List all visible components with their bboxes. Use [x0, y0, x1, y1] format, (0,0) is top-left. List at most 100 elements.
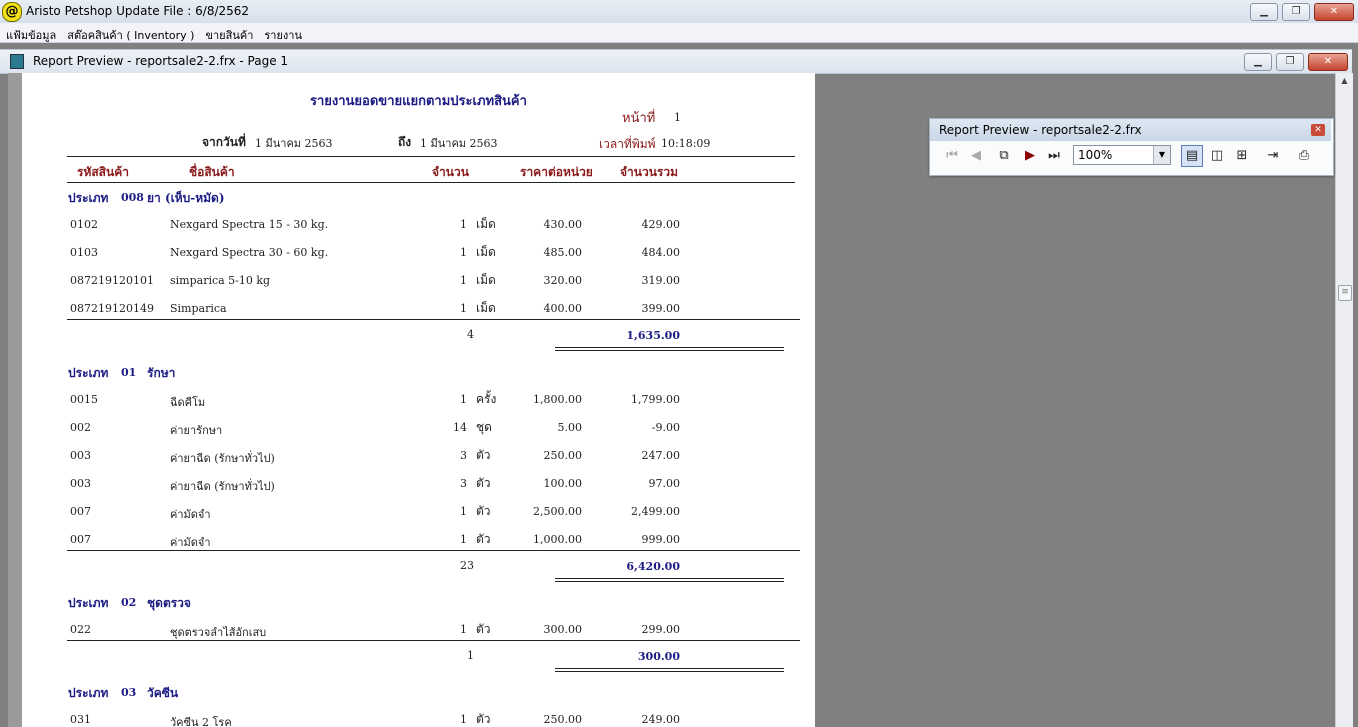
- group-name: ชุดตรวจ: [147, 596, 191, 610]
- row-qty: 1: [460, 246, 467, 259]
- row-unit: เม็ด: [476, 245, 496, 259]
- row-price: 100.00: [543, 477, 583, 490]
- menu-sales[interactable]: ขายสินค้า: [199, 23, 258, 42]
- group-code: 02: [121, 596, 137, 609]
- app-icon: @: [2, 2, 22, 22]
- copy-icon[interactable]: ⧉: [994, 146, 1014, 166]
- from-date-label: จากวันที่: [202, 135, 246, 149]
- row-unit: ตัว: [476, 532, 491, 546]
- group-sum-total: 6,420.00: [626, 560, 680, 573]
- col-header-name: ชื่อสินค้า: [189, 165, 235, 179]
- row-total: -9.00: [651, 421, 680, 434]
- first-page-icon[interactable]: ⏮: [942, 146, 962, 166]
- group-name: วัคซีน: [147, 686, 179, 700]
- child-restore-button[interactable]: ❐: [1276, 53, 1304, 71]
- row-code: 002: [70, 421, 91, 434]
- double-underline-bottom: [555, 671, 784, 672]
- row-total: 247.00: [641, 449, 681, 462]
- group-name: รักษา: [147, 366, 176, 380]
- row-price: 485.00: [543, 246, 583, 259]
- last-page-icon[interactable]: ⏭: [1044, 146, 1064, 166]
- scroll-thumb[interactable]: ≡: [1338, 285, 1352, 301]
- vertical-scrollbar[interactable]: ▲ ≡: [1335, 73, 1353, 727]
- group-label: ประเภท: [68, 366, 109, 380]
- next-page-icon[interactable]: ▶: [1020, 146, 1040, 166]
- row-name: วัคซีน 2 โรค: [170, 716, 232, 727]
- group-sum-qty: 1: [467, 649, 474, 662]
- row-name: Nexgard Spectra 30 - 60 kg.: [170, 246, 329, 259]
- row-qty: 3: [460, 449, 467, 462]
- row-qty: 1: [460, 713, 467, 726]
- two-page-icon[interactable]: ◫: [1207, 146, 1227, 166]
- toolbar-close-icon[interactable]: ✕: [1311, 124, 1325, 136]
- group-separator-line: [67, 550, 800, 551]
- restore-button[interactable]: ❐: [1282, 3, 1310, 21]
- minimize-button[interactable]: ▁: [1250, 3, 1278, 21]
- row-unit: ครั้ง: [476, 392, 497, 406]
- row-name: ค่ายาฉีด (รักษาทั่วไป): [170, 480, 275, 493]
- col-header-price: ราคาต่อหน่วย: [520, 165, 593, 179]
- header-line-top: [67, 156, 795, 157]
- group-label: ประเภท: [68, 596, 109, 610]
- row-name: ค่ายารักษา: [170, 424, 223, 437]
- col-header-code: รหัสสินค้า: [77, 165, 129, 179]
- row-total: 97.00: [648, 477, 681, 490]
- scroll-up-icon[interactable]: ▲: [1336, 73, 1353, 89]
- double-underline-bottom: [555, 581, 784, 582]
- group-name: ยา (เห็บ-หมัด): [147, 191, 225, 205]
- menu-inventory[interactable]: สต๊อคสินค้า ( Inventory ): [61, 23, 199, 42]
- from-date-value: 1 มีนาคม 2563: [255, 137, 333, 150]
- row-code: 087219120101: [70, 274, 154, 287]
- group-code: 008: [121, 191, 144, 204]
- row-total: 299.00: [641, 623, 681, 636]
- row-qty: 1: [460, 393, 467, 406]
- group-separator-line: [67, 640, 800, 641]
- row-price: 1,000.00: [533, 533, 582, 546]
- group-sum-total: 1,635.00: [626, 329, 680, 342]
- double-underline-top: [555, 668, 784, 669]
- row-name: Simparica: [170, 302, 227, 315]
- row-qty: 14: [453, 421, 467, 434]
- row-total: 999.00: [641, 533, 681, 546]
- header-line-bottom: [67, 182, 795, 183]
- child-minimize-button[interactable]: ▁: [1244, 53, 1272, 71]
- row-total: 319.00: [641, 274, 681, 287]
- to-date-label: ถึง: [398, 135, 412, 149]
- double-underline-top: [555, 578, 784, 579]
- close-button[interactable]: ✕: [1314, 3, 1354, 21]
- report-preview-title: Report Preview - reportsale2-2.frx - Pag…: [33, 54, 289, 68]
- row-total: 484.00: [641, 246, 681, 259]
- row-code: 031: [70, 713, 91, 726]
- zoom-select[interactable]: 100% ▼: [1073, 145, 1171, 165]
- child-close-button[interactable]: ✕: [1308, 53, 1348, 71]
- row-qty: 1: [460, 274, 467, 287]
- multi-page-icon[interactable]: ⊞: [1232, 146, 1252, 166]
- close-preview-icon[interactable]: ⇥: [1263, 146, 1283, 166]
- menu-report[interactable]: รายงาน: [258, 23, 307, 42]
- row-name: ชุดตรวจลำไส้อักเสบ: [170, 626, 267, 639]
- row-code: 003: [70, 449, 91, 462]
- report-preview-titlebar: Report Preview - reportsale2-2.frx - Pag…: [0, 49, 1352, 74]
- double-underline-bottom: [555, 350, 784, 351]
- row-code: 007: [70, 505, 91, 518]
- row-code: 0015: [70, 393, 98, 406]
- group-separator-line: [67, 319, 800, 320]
- row-total: 1,799.00: [631, 393, 680, 406]
- print-icon[interactable]: ⎙: [1294, 146, 1314, 166]
- row-unit: ตัว: [476, 712, 491, 726]
- chevron-down-icon[interactable]: ▼: [1153, 146, 1170, 164]
- row-price: 5.00: [557, 421, 583, 434]
- page-label: หน้าที่: [622, 111, 656, 126]
- print-time-label: เวลาที่พิมพ์: [599, 137, 656, 151]
- double-underline-top: [555, 347, 784, 348]
- row-qty: 3: [460, 477, 467, 490]
- prev-page-icon[interactable]: ◀: [966, 146, 986, 166]
- menu-file[interactable]: แฟ้มข้อมูล: [0, 23, 61, 42]
- row-total: 429.00: [641, 218, 681, 231]
- row-name: ค่ามัดจำ: [170, 536, 211, 549]
- row-unit: ชุด: [476, 420, 492, 434]
- one-page-icon[interactable]: ▤: [1181, 145, 1203, 167]
- row-price: 2,500.00: [533, 505, 582, 518]
- row-qty: 1: [460, 623, 467, 636]
- row-unit: เม็ด: [476, 273, 496, 287]
